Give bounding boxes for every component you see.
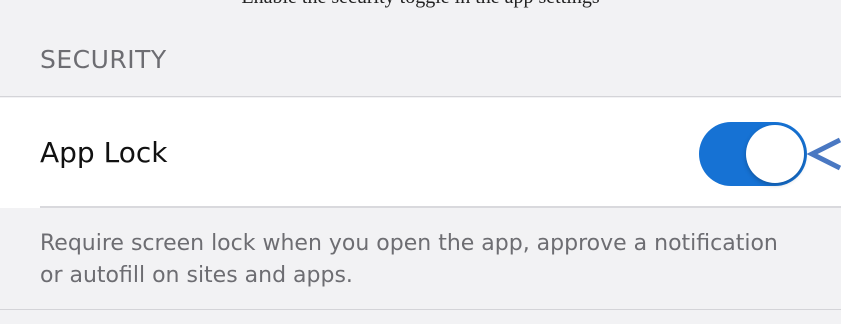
- toggle-knob: [746, 125, 804, 183]
- pointer-arrow-icon: [806, 137, 841, 171]
- security-footer: Require screen lock when you open the ap…: [0, 208, 841, 310]
- security-section-header: SECURITY: [0, 0, 841, 97]
- app-lock-row[interactable]: App Lock: [0, 98, 841, 208]
- section-title: SECURITY: [40, 45, 167, 74]
- app-lock-description: Require screen lock when you open the ap…: [40, 231, 778, 288]
- settings-page: Enable the security toggle in the app se…: [0, 0, 841, 324]
- app-lock-label: App Lock: [40, 136, 168, 169]
- app-lock-toggle[interactable]: [699, 122, 807, 186]
